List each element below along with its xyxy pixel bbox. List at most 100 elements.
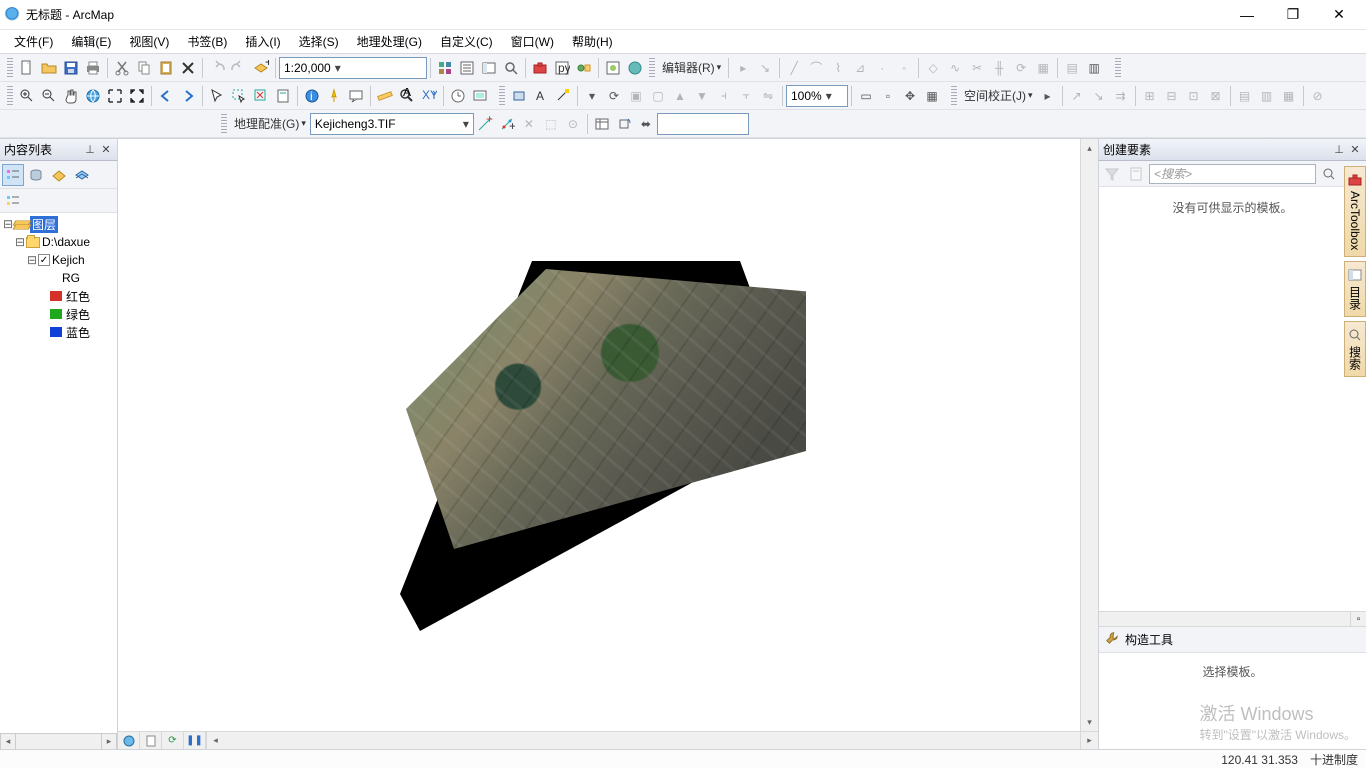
menu-help[interactable]: 帮助(H) [564, 31, 621, 52]
close-button[interactable]: ✕ [1316, 0, 1362, 30]
georef-delete-links-tool[interactable]: ✕ [518, 113, 540, 135]
georef-layer-combo[interactable]: Kejicheng3.TIF▾ [310, 113, 474, 135]
georef-rotate-tool[interactable] [613, 113, 635, 135]
identify-tool[interactable]: i [301, 85, 323, 107]
full-extent-tool[interactable] [82, 85, 104, 107]
close-icon[interactable]: ✕ [1348, 143, 1362, 157]
georeferencing-menu[interactable]: 地理配准(G)▾ [230, 115, 310, 132]
georef-input[interactable] [657, 113, 749, 135]
modelbuilder-button[interactable] [573, 57, 595, 79]
maximize-button[interactable]: ❐ [1270, 0, 1316, 30]
copy-button[interactable] [133, 57, 155, 79]
sa-multi-link-tool[interactable]: ⇉ [1110, 85, 1132, 107]
arctoolbox-button[interactable] [529, 57, 551, 79]
add-data-button[interactable]: + [250, 57, 272, 79]
map-vscroll[interactable]: ▴ ▾ [1080, 139, 1098, 731]
filter-templates-button[interactable] [1101, 163, 1123, 185]
sa-modify-link-tool[interactable]: ↘ [1088, 85, 1110, 107]
fixed-zoom-out-tool[interactable] [126, 85, 148, 107]
reshape-tool[interactable]: ∿ [944, 57, 966, 79]
new-button[interactable] [16, 57, 38, 79]
rotate-tool[interactable]: ⟳ [1010, 57, 1032, 79]
open-button[interactable] [38, 57, 60, 79]
pan-tool[interactable] [60, 85, 82, 107]
scroll-right-icon[interactable]: ▸ [1080, 732, 1098, 749]
toolbar-grip[interactable] [1115, 58, 1121, 78]
toc-tree[interactable]: ⊟图层 ⊟D:\daxue ⊟✓Kejich RG 红色 绿色 蓝色 [0, 213, 117, 733]
georef-add-points-tool[interactable]: + [474, 113, 496, 135]
tree-folder[interactable]: ⊟D:\daxue [2, 233, 115, 251]
hyperlink-tool[interactable] [323, 85, 345, 107]
sa-select-tool[interactable]: ▸ [1037, 85, 1059, 107]
menu-view[interactable]: 视图(V) [121, 31, 177, 52]
goto-xy-tool[interactable]: XY [418, 85, 440, 107]
menu-edit[interactable]: 编辑(E) [63, 31, 119, 52]
find-tool[interactable]: A [396, 85, 418, 107]
side-tab-arctoolbox[interactable]: ArcToolbox [1344, 166, 1366, 257]
zoom-percent-combo[interactable]: 100%▾ [786, 85, 848, 107]
next-extent-tool[interactable] [177, 85, 199, 107]
time-slider-tool[interactable] [447, 85, 469, 107]
tree-band-green[interactable]: 绿色 [2, 305, 115, 323]
list-by-selection[interactable] [71, 164, 93, 186]
list-by-visibility[interactable] [48, 164, 70, 186]
draw-rectangle-tool[interactable] [508, 85, 530, 107]
toolbar-grip[interactable] [7, 86, 13, 106]
select-by-attributes-tool[interactable] [272, 85, 294, 107]
tree-root[interactable]: ⊟图层 [2, 215, 115, 233]
flip-tool[interactable]: ⇋ [757, 85, 779, 107]
clear-selection-tool[interactable] [250, 85, 272, 107]
paste-button[interactable] [155, 57, 177, 79]
create-features-tool[interactable]: ▥ [1083, 57, 1105, 79]
pause-drawing-button[interactable]: ❚❚ [184, 732, 206, 749]
menu-customize[interactable]: 自定义(C) [432, 31, 501, 52]
results-button[interactable] [602, 57, 624, 79]
menu-insert[interactable]: 插入(I) [237, 31, 288, 52]
side-tab-search[interactable]: 搜索 [1344, 321, 1366, 377]
attributes-tool[interactable]: ▦ [1032, 57, 1054, 79]
sa-limited-adj-tool[interactable]: ⊡ [1183, 85, 1205, 107]
editor-toolbar-button[interactable] [434, 57, 456, 79]
scale-combo[interactable]: 1:20,000▾ [279, 57, 427, 79]
sa-new-link-tool[interactable]: ↗ [1066, 85, 1088, 107]
toolbar-grip[interactable] [951, 86, 957, 106]
refresh-button[interactable]: ⟳ [162, 732, 184, 749]
search-go-button[interactable] [1318, 163, 1340, 185]
georef-view-link-table-tool[interactable] [591, 113, 613, 135]
list-by-drawing-order[interactable] [2, 164, 24, 186]
tree-band-blue[interactable]: 蓝色 [2, 323, 115, 341]
tree-layer[interactable]: ⊟✓Kejich [2, 251, 115, 269]
graphic-ops-tool[interactable]: ▾ [581, 85, 603, 107]
prev-extent-tool[interactable] [155, 85, 177, 107]
georef-auto-reg-tool[interactable]: + [496, 113, 518, 135]
scroll-left-icon[interactable]: ◂ [0, 734, 16, 749]
bring-forward-tool[interactable]: ▲ [669, 85, 691, 107]
create-viewer-tool[interactable] [469, 85, 491, 107]
redo-button[interactable] [228, 57, 250, 79]
data-view-tab[interactable] [118, 732, 140, 749]
pin-icon[interactable]: ⊥ [1332, 143, 1346, 157]
edit-vertices-draw-tool[interactable] [552, 85, 574, 107]
toolbar-grip[interactable] [221, 114, 227, 134]
toc-button[interactable] [456, 57, 478, 79]
menu-geoprocessing[interactable]: 地理处理(G) [349, 31, 430, 52]
edit-tool[interactable]: ▸ [732, 57, 754, 79]
html-popup-tool[interactable] [345, 85, 367, 107]
toolbar-grip[interactable] [649, 58, 655, 78]
straight-segment-tool[interactable]: ╱ [783, 57, 805, 79]
menu-bookmark[interactable]: 书签(B) [179, 31, 235, 52]
search-button[interactable] [500, 57, 522, 79]
sa-clear-tool[interactable]: ⊘ [1307, 85, 1329, 107]
save-button[interactable] [60, 57, 82, 79]
menu-file[interactable]: 文件(F) [6, 31, 61, 52]
list-by-source[interactable] [25, 164, 47, 186]
toc-options-button[interactable] [2, 190, 24, 212]
pin-icon[interactable]: ⊥ [83, 143, 97, 157]
sa-preview-tool[interactable]: ▥ [1256, 85, 1278, 107]
georef-shift-tool[interactable]: ⬌ [635, 113, 657, 135]
sa-identity-link-tool[interactable]: ⊞ [1139, 85, 1161, 107]
side-tab-catalog[interactable]: 目录 [1344, 261, 1366, 317]
arc-segment-tool[interactable]: ⌒ [805, 57, 827, 79]
delete-button[interactable] [177, 57, 199, 79]
panel-splitter[interactable]: ▫ [1099, 611, 1366, 627]
